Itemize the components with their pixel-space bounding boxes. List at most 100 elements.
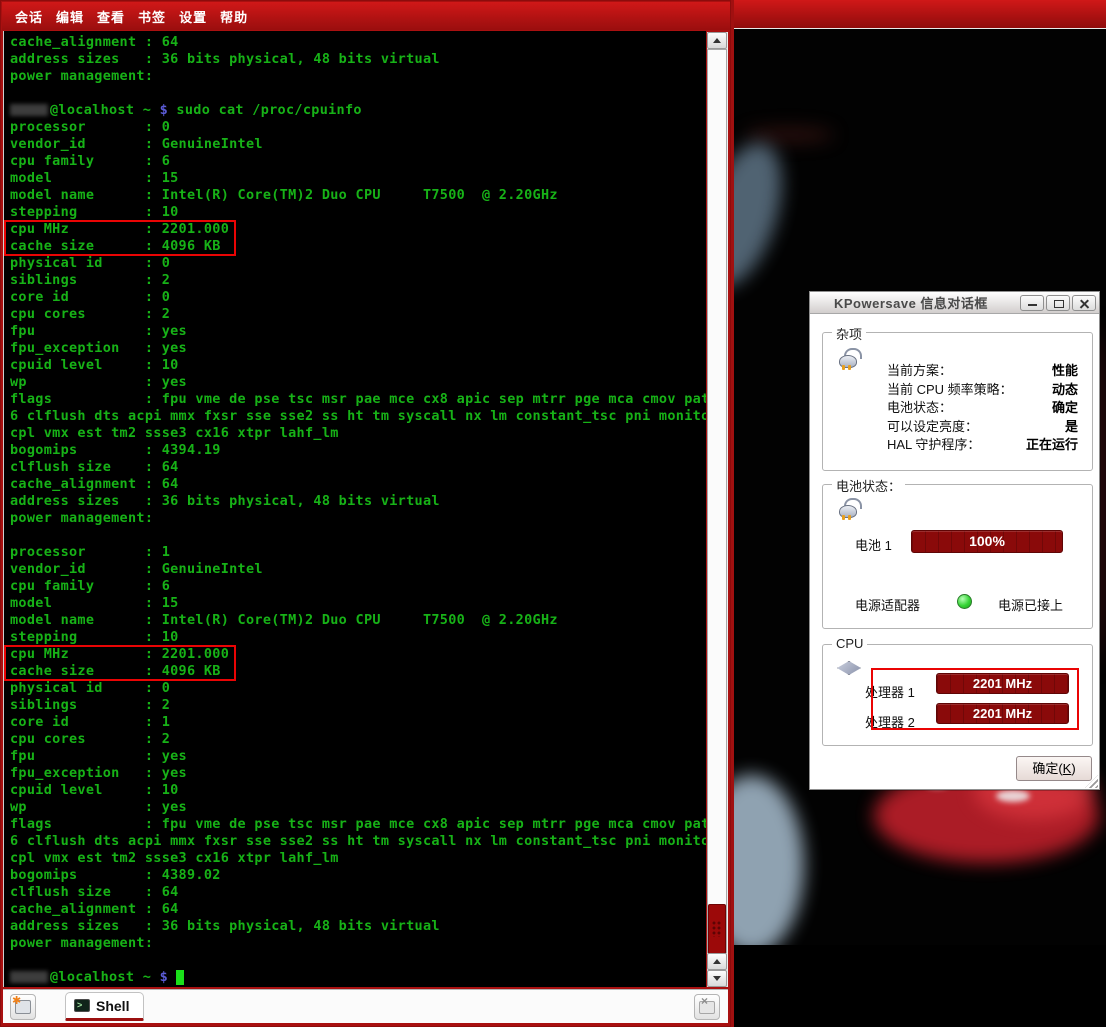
terminal-line: wp : yes — [10, 374, 706, 391]
screen: { "menu": { "items": ["会话", "编辑", "查看", … — [0, 0, 1106, 1027]
new-session-icon — [15, 1000, 31, 1014]
cpu-chip-icon — [837, 659, 861, 675]
misc-label: 当前 CPU 频率策略： — [887, 379, 1013, 398]
misc-label: HAL 守护程序： — [887, 434, 980, 453]
terminal-line: physical id : 0 — [10, 680, 706, 697]
terminal-line — [10, 527, 706, 544]
ok-button[interactable]: 确定(K) — [1016, 756, 1092, 781]
terminal-line: fpu_exception : yes — [10, 340, 706, 357]
terminal-line: fpu : yes — [10, 323, 706, 340]
scroll-up-button-bottom[interactable] — [707, 953, 727, 970]
terminal-line: clflush size : 64 — [10, 884, 706, 901]
terminal-line: @localhost ~ $ — [10, 969, 706, 986]
terminal-text: cache_alignment : 64address sizes : 36 b… — [10, 34, 706, 986]
arrow-down-icon — [713, 976, 721, 981]
video-frame-detail — [731, 133, 797, 297]
video-window-titlebar[interactable] — [734, 0, 1106, 29]
video-frame-detail — [996, 790, 1030, 802]
terminal-line: vendor_id : GenuineIntel — [10, 136, 706, 153]
terminal-line: cpuid level : 10 — [10, 357, 706, 374]
misc-row: 当前 CPU 频率策略： 动态 — [887, 379, 1078, 397]
cpu-annotation-box — [871, 668, 1079, 730]
terminal-line: siblings : 2 — [10, 272, 706, 289]
ok-label: ) — [1071, 761, 1075, 776]
misc-row: 电池状态： 确定 — [887, 397, 1078, 415]
terminal-cursor — [176, 970, 184, 985]
session-tab-bar: > Shell — [3, 989, 728, 1023]
terminal-output-area[interactable]: cache_alignment : 64address sizes : 36 b… — [3, 31, 706, 987]
minimize-button[interactable] — [1020, 295, 1044, 311]
close-button[interactable] — [1072, 295, 1096, 311]
menu-settings[interactable]: 设置 — [179, 7, 207, 26]
terminal-annotation-box — [4, 220, 236, 256]
ac-adapter-led-icon — [957, 594, 972, 609]
terminal-line: @localhost ~ $ sudo cat /proc/cpuinfo — [10, 102, 706, 119]
terminal-line — [10, 952, 706, 969]
terminal-line: core id : 0 — [10, 289, 706, 306]
misc-value: 是 — [1065, 416, 1078, 435]
terminal-scrollbar[interactable] — [707, 32, 728, 987]
power-plug-icon — [837, 499, 861, 519]
misc-label: 电池状态： — [887, 397, 952, 416]
video-frame-detail — [731, 775, 804, 955]
scrollbar-track[interactable] — [707, 49, 727, 953]
new-session-button[interactable] — [10, 994, 36, 1020]
terminal-line: power management: — [10, 510, 706, 527]
battery-1-label: 电池 1 — [855, 535, 892, 554]
menu-edit[interactable]: 编辑 — [56, 7, 84, 26]
terminal-line: bogomips : 4389.02 — [10, 867, 706, 884]
close-session-button[interactable] — [694, 994, 720, 1020]
window-buttons — [1020, 295, 1096, 311]
terminal-line: flags : fpu vme de pse tsc msr pae mce c… — [10, 816, 706, 833]
misc-value: 确定 — [1052, 397, 1078, 416]
arrow-up-icon — [713, 959, 721, 964]
misc-value: 性能 — [1052, 360, 1078, 379]
terminal-line: cpu cores : 2 — [10, 306, 706, 323]
video-frame-detail — [734, 945, 1106, 1027]
scroll-down-button[interactable] — [707, 970, 727, 987]
maximize-button[interactable] — [1046, 295, 1070, 311]
tab-shell[interactable]: > Shell — [65, 992, 144, 1021]
terminal-line — [10, 85, 706, 102]
battery-level-bar: 100% — [911, 530, 1063, 553]
ac-adapter-status: 电源已接上 — [998, 595, 1063, 614]
terminal-line: model : 15 — [10, 170, 706, 187]
menu-bar: 会话 编辑 查看 书签 设置 帮助 — [2, 2, 730, 30]
arrow-up-icon — [713, 38, 721, 43]
scrollbar-grip-icon — [712, 921, 722, 937]
terminal-line: flags : fpu vme de pse tsc msr pae mce c… — [10, 391, 706, 408]
kpowersave-dialog: KPowersave 信息对话框 杂项 当前方案： 性能 当前 CPU 频率策略… — [809, 291, 1100, 790]
tab-shell-label: Shell — [96, 998, 129, 1014]
battery-legend: 电池状态： — [832, 476, 905, 495]
misc-row: HAL 守护程序： 正在运行 — [887, 434, 1078, 452]
misc-groupbox: 杂项 当前方案： 性能 当前 CPU 频率策略： 动态 电池状态： 确定 可以设… — [822, 332, 1093, 471]
misc-row: 当前方案： 性能 — [887, 360, 1078, 378]
misc-value: 动态 — [1052, 379, 1078, 398]
menu-session[interactable]: 会话 — [15, 7, 43, 26]
dialog-title: KPowersave 信息对话框 — [834, 293, 988, 312]
menu-view[interactable]: 查看 — [97, 7, 125, 26]
terminal-line: vendor_id : GenuineIntel — [10, 561, 706, 578]
misc-value: 正在运行 — [1026, 434, 1078, 453]
terminal-line: cpu cores : 2 — [10, 731, 706, 748]
shell-terminal-icon: > — [74, 999, 90, 1012]
menu-help[interactable]: 帮助 — [220, 7, 248, 26]
cpu-legend: CPU — [832, 636, 867, 651]
terminal-line: model name : Intel(R) Core(TM)2 Duo CPU … — [10, 612, 706, 629]
menu-bookmarks[interactable]: 书签 — [138, 7, 166, 26]
terminal-line: fpu_exception : yes — [10, 765, 706, 782]
ok-label: 确定( — [1032, 761, 1062, 776]
misc-legend: 杂项 — [832, 324, 866, 343]
scroll-up-button[interactable] — [707, 32, 727, 49]
scrollbar-thumb[interactable] — [708, 904, 726, 954]
terminal-line: cpu family : 6 — [10, 153, 706, 170]
terminal-line: power management: — [10, 935, 706, 952]
terminal-line: cpuid level : 10 — [10, 782, 706, 799]
terminal-line: model : 15 — [10, 595, 706, 612]
terminal-line: cpu family : 6 — [10, 578, 706, 595]
terminal-line: 6 clflush dts acpi mmx fxsr sse sse2 ss … — [10, 408, 706, 425]
power-plug-icon — [837, 349, 861, 369]
terminal-line: processor : 0 — [10, 119, 706, 136]
terminal-line: address sizes : 36 bits physical, 48 bit… — [10, 918, 706, 935]
terminal-line: siblings : 2 — [10, 697, 706, 714]
